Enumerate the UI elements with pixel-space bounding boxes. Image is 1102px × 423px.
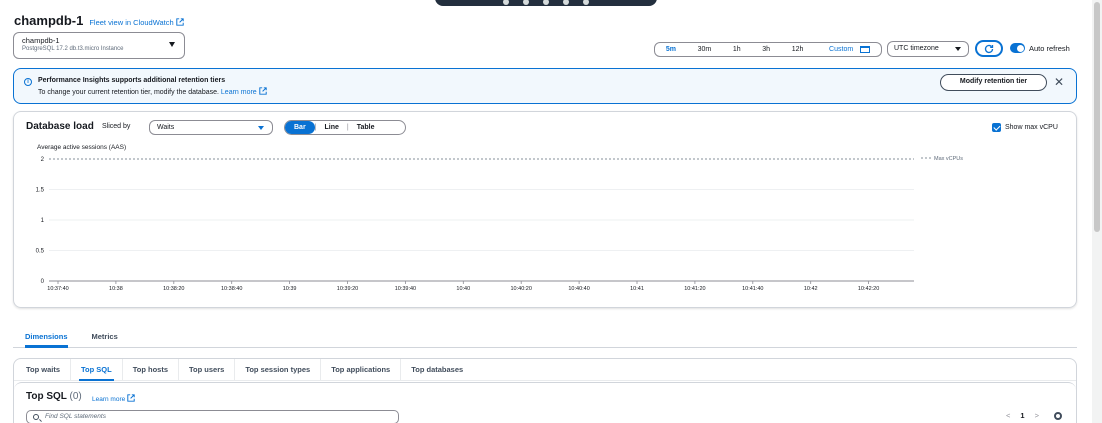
x-tick-label: 10:40:40 (568, 286, 589, 292)
tab-top-sql[interactable]: Top SQL (71, 358, 123, 381)
sql-search-placeholder: Find SQL statements (45, 413, 106, 420)
instance-name: champdb-1 (22, 36, 60, 45)
x-tick-label: 10:42 (804, 286, 818, 292)
x-tick-label: 10:41 (630, 286, 644, 292)
top-sql-count: (0) (69, 391, 82, 402)
x-tick-label: 10:42:20 (858, 286, 879, 292)
x-tick-label: 10:37:40 (47, 286, 68, 292)
info-icon: i (24, 78, 32, 86)
external-link-icon (259, 87, 267, 95)
tab-top-databases[interactable]: Top databases (401, 359, 473, 381)
x-tick-label: 10:38 (109, 286, 123, 292)
scrollbar-thumb[interactable] (1094, 2, 1100, 232)
retention-info-alert: i Performance Insights supports addition… (13, 68, 1077, 104)
refresh-icon (984, 44, 994, 53)
y-tick-label: 0.5 (36, 249, 45, 255)
auto-refresh-toggle[interactable] (1010, 43, 1025, 53)
toolbar-dot-icon[interactable] (523, 0, 529, 5)
y-tick-label: 1.5 (36, 188, 45, 194)
x-tick-label: 10:39 (283, 286, 297, 292)
x-tick-label: 10:38:40 (221, 286, 242, 292)
range-12h[interactable]: 12h (788, 45, 808, 54)
toolbar-dot-icon[interactable] (583, 0, 589, 5)
y-axis-label: Average active sessions (AAS) (37, 144, 126, 151)
refresh-button[interactable] (975, 40, 1003, 57)
external-link-icon (127, 394, 135, 402)
tab-top-users[interactable]: Top users (179, 358, 236, 381)
toolbar-dot-icon[interactable] (563, 0, 569, 5)
x-tick-label: 10:41:40 (742, 286, 763, 292)
range-30m[interactable]: 30m (694, 45, 716, 54)
dimensions-panel: Top waits Top SQL Top hosts Top users To… (13, 358, 1077, 423)
search-icon (33, 414, 39, 420)
y-tick-label: 1 (41, 218, 45, 224)
caret-down-icon (169, 42, 175, 47)
range-custom[interactable]: Custom (821, 44, 874, 55)
alert-learn-more-link[interactable]: Learn more (220, 87, 267, 96)
tab-top-waits[interactable]: Top waits (16, 358, 72, 381)
top-sql-title: Top SQL (0) (26, 391, 82, 402)
legend-max-vcpu-label: Max vCPUs (934, 156, 963, 162)
time-range-selector: 5m 30m 1h 3h 12h Custom (654, 42, 882, 57)
top-sql-title-text: Top SQL (26, 391, 67, 402)
toolbar-dot-icon[interactable] (543, 0, 549, 5)
close-icon[interactable]: ✕ (1054, 75, 1064, 89)
tab-top-session-types[interactable]: Top session types (235, 358, 322, 381)
y-tick-label: 0 (41, 279, 45, 285)
page-scrollbar[interactable] (1092, 0, 1102, 423)
instance-select[interactable]: champdb-1 PostgreSQL 17.2 db.t3.micro In… (13, 32, 185, 59)
sql-search-input[interactable]: Find SQL statements (26, 410, 399, 423)
modify-retention-tier-button[interactable]: Modify retention tier (940, 74, 1047, 91)
tab-dimensions[interactable]: Dimensions (13, 328, 80, 348)
tab-metrics[interactable]: Metrics (80, 328, 130, 347)
page-title: champdb-1 (14, 13, 84, 28)
main-tabs: Dimensions Metrics (13, 328, 1077, 348)
next-page-button[interactable]: > (1035, 411, 1039, 420)
x-tick-label: 10:40 (456, 286, 470, 292)
tab-top-hosts[interactable]: Top hosts (123, 358, 180, 381)
page-header: champdb-1 Fleet view in CloudWatch (14, 13, 184, 28)
range-custom-label: Custom (829, 46, 854, 53)
database-load-chart: Average active sessions (AAS) 0 0.5 1 1.5 2 10… (36, 144, 964, 292)
range-1h[interactable]: 1h (729, 45, 745, 54)
alert-body: To change your current retention tier, m… (38, 87, 267, 96)
dimension-sub-tabs: Top waits Top SQL Top hosts Top users To… (14, 358, 1076, 381)
instance-meta: PostgreSQL 17.2 db.t3.micro Instance (22, 46, 124, 52)
external-link-icon (176, 18, 184, 26)
top-sql-learn-more-link[interactable]: Learn more (92, 394, 135, 403)
x-tick-label: 10:39:20 (337, 286, 358, 292)
alert-body-text: To change your current retention tier, m… (38, 89, 219, 96)
timezone-label: UTC timezone (894, 45, 939, 52)
x-tick-label: 10:39:40 (395, 286, 416, 292)
pagination: < 1 > (1006, 411, 1039, 420)
x-tick-label: 10:41:20 (684, 286, 705, 292)
caret-down-icon (955, 47, 961, 51)
gear-icon[interactable] (1054, 412, 1062, 420)
top-sql-learn-more-label: Learn more (92, 396, 126, 403)
alert-title: Performance Insights supports additional… (38, 77, 226, 84)
x-tick-label: 10:40:20 (510, 286, 531, 292)
range-5m[interactable]: 5m (662, 45, 680, 54)
prev-page-button[interactable]: < (1006, 411, 1010, 420)
calendar-icon (860, 46, 871, 53)
page-number[interactable]: 1 (1020, 411, 1024, 420)
auto-refresh-label: Auto refresh (1029, 44, 1070, 53)
timezone-select[interactable]: UTC timezone (887, 41, 969, 57)
x-tick-label: 10:38:20 (163, 286, 184, 292)
y-tick-label: 2 (41, 157, 45, 163)
alert-learn-more-label: Learn more (220, 89, 257, 96)
database-load-panel: Database load Sliced by Waits Bar | Line… (13, 111, 1077, 308)
fleet-view-link-label: Fleet view in CloudWatch (89, 18, 174, 27)
fleet-view-link[interactable]: Fleet view in CloudWatch (89, 18, 184, 27)
top-sql-card: Top SQL (0) Learn more Find SQL statemen… (14, 382, 1076, 423)
tab-top-applications[interactable]: Top applications (321, 358, 402, 381)
top-toolbar-pill (435, 0, 657, 6)
range-3h[interactable]: 3h (758, 45, 774, 54)
toolbar-dot-icon[interactable] (503, 0, 509, 5)
